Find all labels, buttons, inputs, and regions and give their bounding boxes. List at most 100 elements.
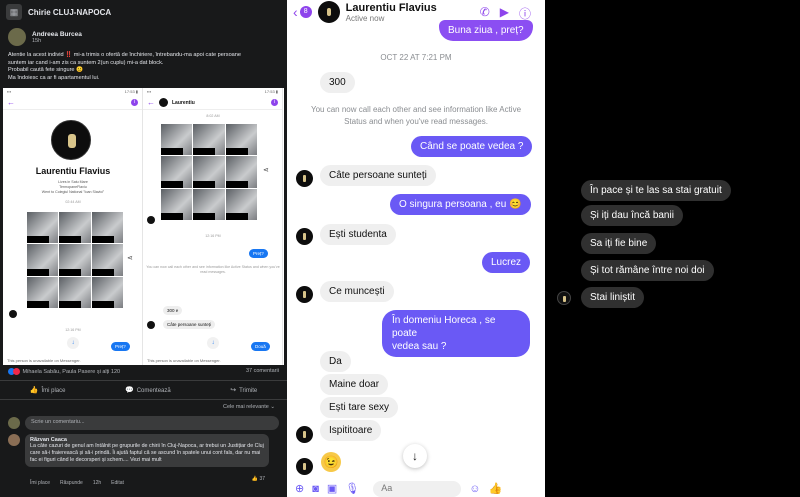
message-in[interactable]: Ce muncești: [320, 281, 394, 302]
message-in[interactable]: În pace și te las sa stai gratuit: [581, 180, 731, 201]
wink-emoji-icon[interactable]: 😉: [321, 452, 341, 472]
unavailable-note: This person is unavailable on Messenger.: [147, 358, 221, 363]
post-line: Probabil caută fete singure 😐: [8, 67, 84, 73]
group-name[interactable]: Chirie CLUJ-NAPOCA: [28, 8, 111, 17]
dark-chat-panel: În pace și te las sa stai gratuit Și iți…: [545, 0, 800, 497]
info-icon: i: [131, 99, 138, 106]
comment-bubble: Răzvan Caaca La câte cazuri de genul am …: [25, 434, 269, 467]
comment-reaction-number: 37: [259, 476, 265, 482]
status-bar: ▪▪▪ 17:53 ▮: [147, 89, 278, 94]
gallery-icon[interactable]: ▣: [327, 482, 337, 495]
photo: [193, 124, 225, 156]
like-icon[interactable]: 👍: [488, 482, 502, 495]
comment-reply-link[interactable]: Răspunde: [60, 480, 83, 486]
profile-avatar: [51, 120, 91, 160]
group-icon: ▦: [6, 4, 22, 20]
message-line: În domeniu Horeca , se poate: [392, 315, 496, 339]
photo: [91, 212, 123, 244]
status-bar: ▪▪▪ 17:53 ▮: [7, 89, 138, 94]
author-name[interactable]: Andreea Burcea: [32, 31, 82, 38]
facebook-post-panel: ▦ Chirie CLUJ-NAPOCA Andreea Burcea 15h …: [0, 0, 287, 497]
contact-avatar-small: [296, 458, 313, 475]
post-line: suntem iar cand i-am zis ca suntem 2(un …: [8, 59, 164, 66]
scroll-down-icon: ↓: [67, 337, 79, 349]
camera-icon[interactable]: ◙: [312, 483, 319, 495]
plus-icon[interactable]: ⊕: [295, 482, 304, 495]
back-arrow-icon[interactable]: ‹: [293, 4, 298, 20]
scroll-down-icon[interactable]: ↓: [403, 444, 427, 468]
comment-time: 12h: [92, 480, 102, 486]
photo: [27, 276, 59, 309]
message-in[interactable]: Da: [320, 351, 351, 372]
reactions-text: Mihaela Sabău, Paula Pasere și alți 120: [22, 368, 121, 375]
photo: [59, 212, 91, 244]
message-in[interactable]: Ești tare sexy: [320, 397, 399, 418]
reactions-summary[interactable]: Mihaela Sabău, Paula Pasere și alți 120: [8, 368, 120, 375]
info-icon: i: [271, 99, 278, 106]
screenshot-collage: ▦ Chirie CLUJ-NAPOCA Andreea Burcea 15h …: [0, 0, 800, 497]
message-in[interactable]: Ești studenta: [320, 224, 396, 245]
microphone-icon[interactable]: 🎙: [345, 482, 359, 495]
photo: [193, 156, 225, 188]
post-actions: 👍 Îmi place 💬 Comentează ↪ Trimite: [0, 380, 287, 400]
message-in[interactable]: Și iți dau încă banii: [581, 205, 683, 226]
timestamp: 02:44 AM: [65, 200, 81, 204]
thumbs-up-icon: 👍: [29, 387, 39, 394]
message-timestamp: OCT 22 AT 7:21 PM: [380, 53, 452, 62]
like-label: Îmi place: [41, 388, 66, 394]
message-out[interactable]: Când se poate vedea ?: [411, 136, 533, 157]
comment-label: Comentează: [136, 388, 171, 394]
comments-count[interactable]: 37 comentarii: [246, 368, 279, 375]
active-status: Active now: [345, 13, 385, 23]
message-line: vedea sau ?: [392, 341, 447, 352]
message-input[interactable]: Aa: [373, 480, 462, 497]
photo: [225, 156, 257, 188]
message-in[interactable]: Și tot rămâne între noi doi: [581, 260, 714, 281]
message-in: 300 e: [163, 306, 183, 315]
comment-like-link[interactable]: Îmi place: [30, 480, 50, 486]
message-out: Preț?: [111, 342, 130, 351]
message-out[interactable]: O singura persoana , eu 😊: [390, 194, 531, 215]
timestamp: 8:02 AM: [206, 114, 220, 118]
messenger-chat: ‹ 8 Laurentiu Flavius Active now ✆ ▶ ⓘ B…: [287, 0, 545, 497]
message-out[interactable]: Buna ziua , preț?: [439, 20, 533, 41]
apartment-photos: [27, 212, 123, 309]
timestamp: 12:16 PM: [65, 328, 81, 332]
contact-avatar[interactable]: [317, 1, 340, 23]
comment-button[interactable]: 💬 Comentează: [125, 386, 171, 394]
message-in[interactable]: Ispititoare: [320, 420, 382, 441]
sender-avatar: [147, 216, 155, 224]
comment-icon: 💬: [124, 387, 134, 394]
message-in[interactable]: Stai liniștit: [581, 287, 645, 308]
share-button[interactable]: ↪ Trimite: [230, 386, 257, 394]
post-time: 15h: [32, 37, 42, 44]
reactions-row: Mihaela Sabău, Paula Pasere și alți 120 …: [8, 368, 279, 375]
message-out[interactable]: Lucrez: [482, 252, 531, 273]
share-icon: ⋖: [127, 255, 133, 262]
sender-avatar: [147, 321, 155, 329]
message-in[interactable]: Maine doar: [320, 374, 389, 395]
comment-sort-dropdown[interactable]: Cele mai relevante ⌄: [223, 404, 275, 410]
composer-bar: ⊕ ◙ ▣ 🎙 Aa ☺ 👍: [287, 480, 545, 497]
user-avatar: [8, 417, 20, 429]
message-in[interactable]: Câte persoane sunteți: [320, 165, 436, 186]
message-in[interactable]: Sa iți fie bine: [581, 233, 657, 254]
contact-name[interactable]: Laurentiu Flavius: [346, 2, 437, 14]
unavailable-note: This person is unavailable on Messenger.: [7, 358, 81, 363]
photo: [27, 244, 59, 276]
like-button[interactable]: 👍 Îmi place: [30, 386, 66, 394]
comment-actions: Îmi place Răspunde 12h Editat: [30, 480, 124, 486]
post-attached-screenshots[interactable]: ▪▪▪ 17:53 ▮ ← i Laurentiu Flavius Lives i…: [3, 88, 284, 365]
emoji-icon[interactable]: ☺: [469, 483, 480, 495]
chat-header: ← i: [3, 96, 142, 110]
message-in[interactable]: 300: [320, 72, 355, 93]
group-header[interactable]: ▦ Chirie CLUJ-NAPOCA: [0, 0, 287, 24]
message-out[interactable]: În domeniu Horeca , se poate vedea sau ?: [382, 310, 530, 357]
comment-input[interactable]: Scrie un comentariu...: [25, 416, 279, 430]
write-comment-row: Scrie un comentariu...: [8, 416, 279, 430]
commenter-avatar[interactable]: [8, 434, 20, 446]
screenshot-profile: ▪▪▪ 17:53 ▮ ← i Laurentiu Flavius Lives i…: [3, 88, 143, 365]
author-avatar[interactable]: [8, 28, 26, 46]
contact-avatar-small: [296, 228, 313, 245]
photo: [225, 124, 257, 156]
